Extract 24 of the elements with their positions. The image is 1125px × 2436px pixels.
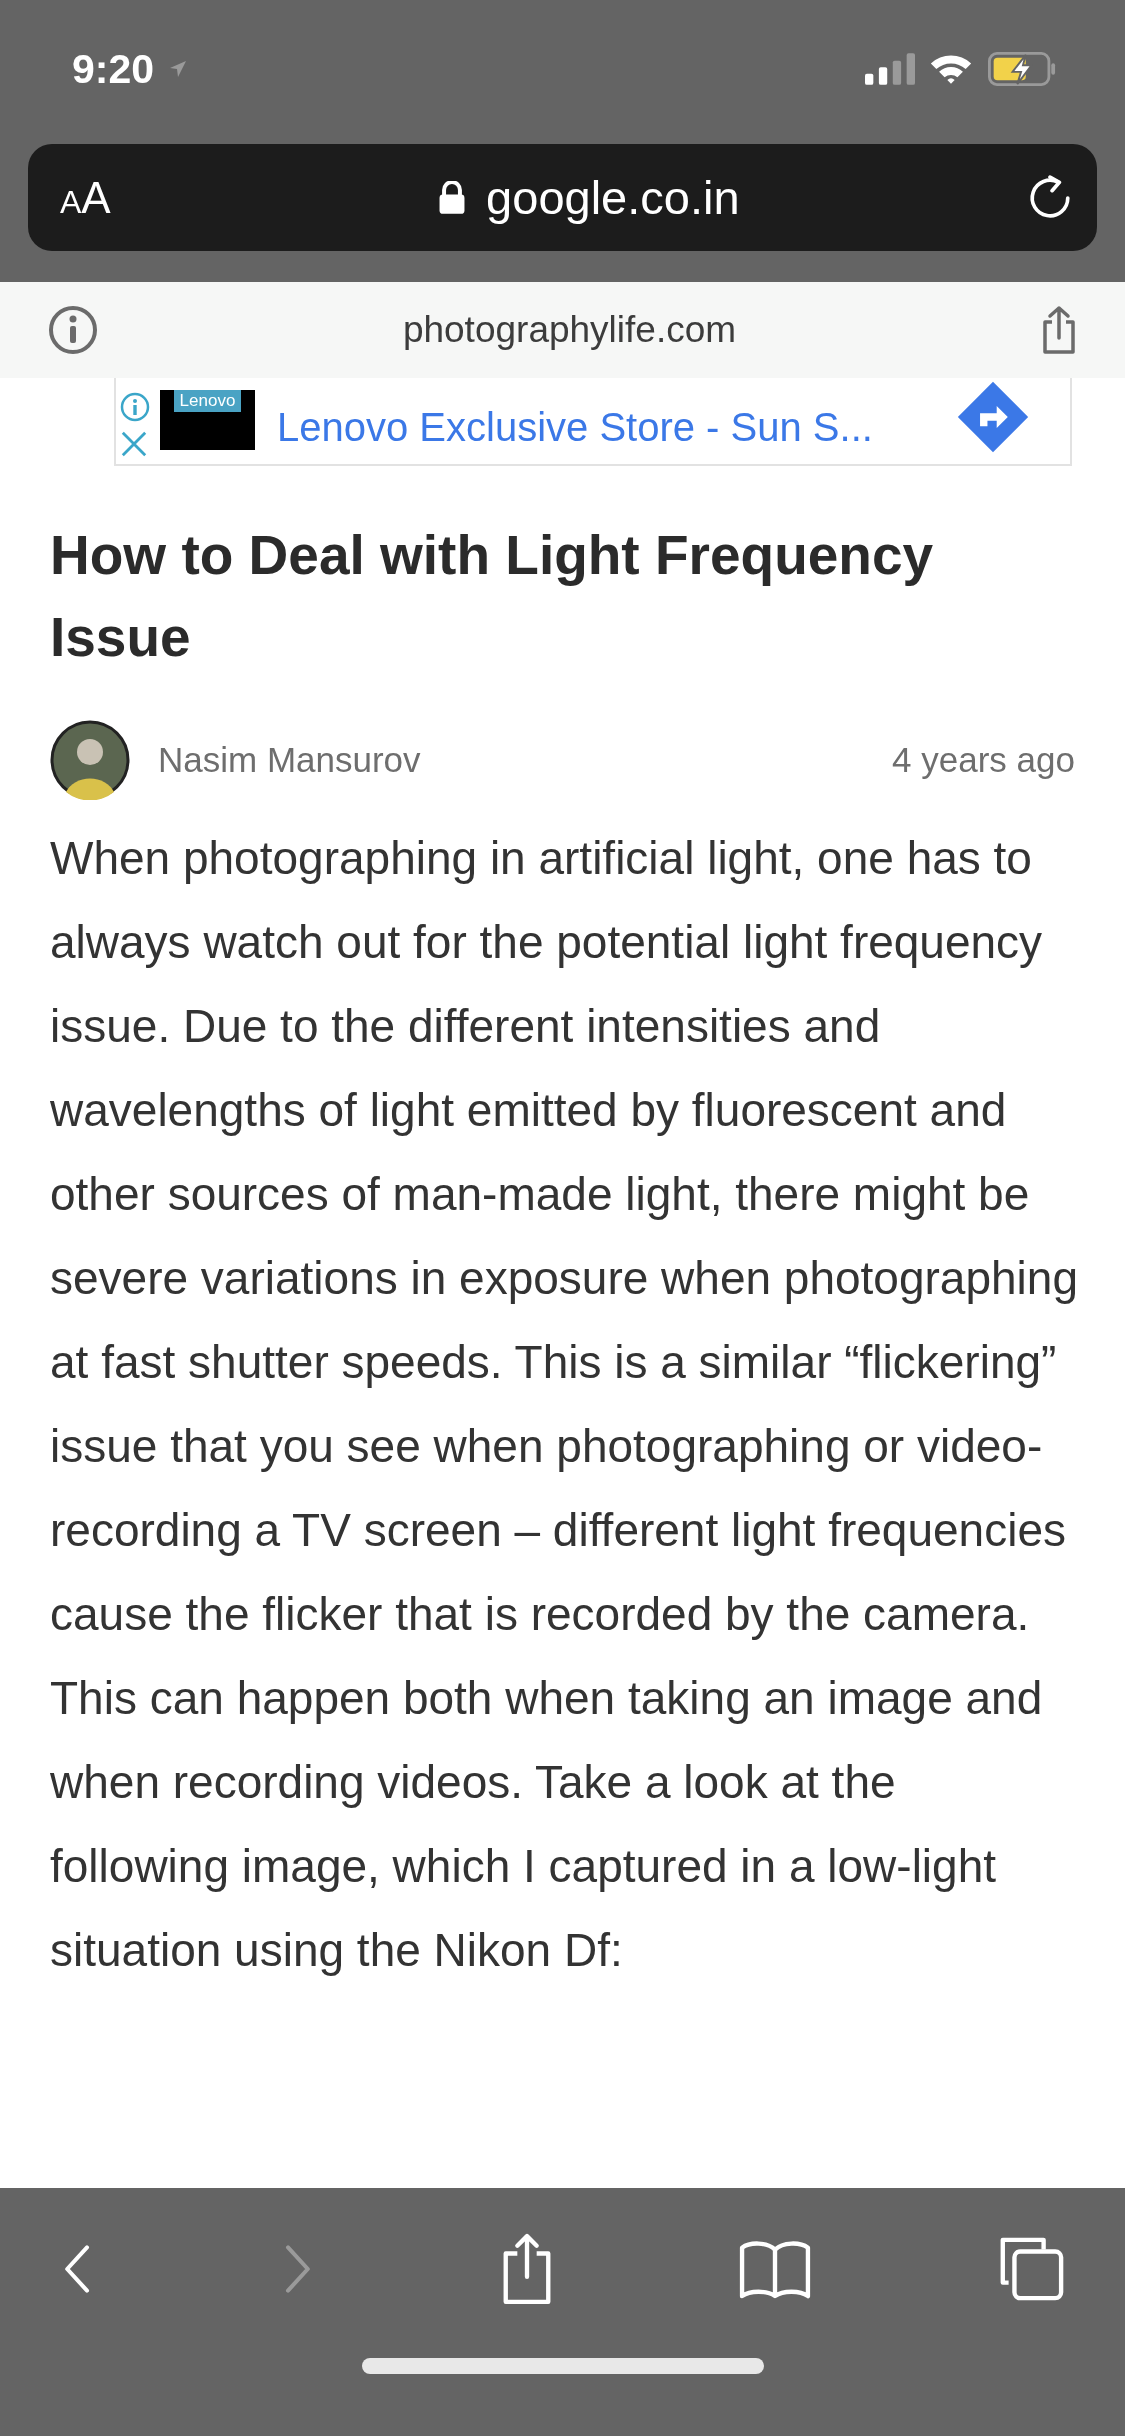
logo-text: Lenovo [173,390,242,412]
post-date: 4 years ago [892,740,1075,780]
location-arrow-icon [168,59,189,79]
lock-icon [438,180,467,215]
text-size-button[interactable]: AA [60,172,111,223]
address-bar[interactable]: AA google.co.in [28,144,1097,251]
ad-info-icon[interactable] [120,392,150,422]
article-title: How to Deal with Light Frequency Issue [50,523,935,670]
wifi-icon [929,53,973,85]
article-paragraph: When photographing in artificial light, one has to always watch out for the potential light frequency issue. Due to the different intensities and wavelengths of light emitted by fluorescent and other sources of man-made light, there might be severe variations in exposure when photographing at fast shutter speeds. This is a similar “flickering” issue that you see when photographing or video-recording a TV screen – different light frequencies cause the flicker that is recorded by the camera. This can happen both when taking an image and when recording videos. Take a look at the following image, which I captured in a low-light situation using the Nikon Df: [50,831,1079,1978]
info-icon[interactable] [48,305,98,355]
author-name[interactable]: Nasim Mansurov [158,740,893,780]
directions-icon[interactable] [956,380,1030,454]
reload-icon[interactable] [1027,174,1073,221]
site-domain: photographylife.com [402,309,737,351]
ad-banner[interactable]: Lenovo Lenovo Exclusive Store - Sun S... [114,378,1072,466]
book-icon[interactable] [738,2238,813,2300]
url-text: google.co.in [486,170,740,225]
close-icon[interactable] [120,430,148,458]
share-icon[interactable] [1041,305,1077,355]
ad-link[interactable]: Lenovo Exclusive Store - Sun S... [277,405,956,462]
status-time: 9:20 [72,45,155,93]
signal-icon [865,53,915,85]
battery-charging-icon [987,52,1057,86]
